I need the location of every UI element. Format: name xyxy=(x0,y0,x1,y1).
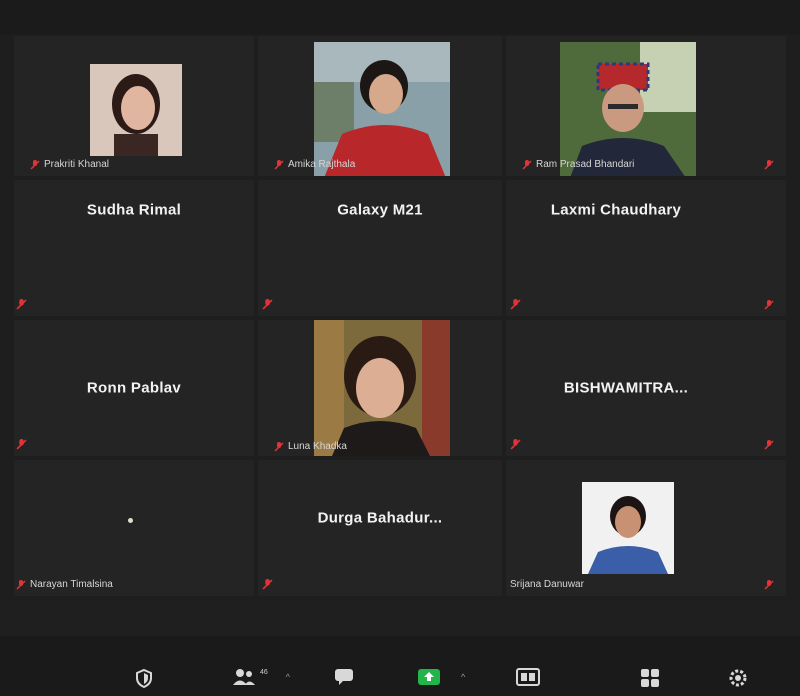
mic-muted-icon xyxy=(30,159,40,170)
participant-video xyxy=(582,482,674,574)
participant-label: Narayan Timalsina xyxy=(16,579,113,590)
mic-muted-icon xyxy=(510,439,521,450)
participant-tile[interactable]: Galaxy M21 xyxy=(258,180,502,316)
share-screen-icon xyxy=(418,669,440,685)
participant-name: Ram Prasad Bhandari xyxy=(536,159,635,170)
participant-tile[interactable]: Amika Rajthala xyxy=(258,36,502,176)
participant-name: Sudha Rimal xyxy=(86,201,182,219)
participant-video xyxy=(90,64,182,156)
record-icon xyxy=(516,668,540,686)
participant-video xyxy=(314,320,450,456)
mic-muted-icon xyxy=(522,159,532,170)
mic-muted-icon xyxy=(16,439,27,450)
participant-label: Amika Rajthala xyxy=(274,159,355,170)
participant-name: BISHWAMITRA... xyxy=(563,379,689,397)
mic-muted-icon xyxy=(274,441,284,452)
participant-tile[interactable]: Luna Khadka xyxy=(258,320,502,456)
participant-tile[interactable]: Sudha Rimal xyxy=(14,180,254,316)
participant-tile[interactable]: Narayan Timalsina xyxy=(14,460,254,596)
share-screen-button[interactable]: ^ xyxy=(417,668,465,686)
settings-button[interactable] xyxy=(728,668,748,688)
participant-label: Luna Khadka xyxy=(274,441,347,452)
settings-icon xyxy=(729,669,747,687)
participant-name: Laxmi Chaudhary xyxy=(550,201,682,219)
participant-name: Durga Bahadur... xyxy=(317,509,443,527)
record-button[interactable] xyxy=(516,668,540,686)
participant-tile[interactable]: Durga Bahadur... xyxy=(258,460,502,596)
participants-button[interactable]: 46 ^ xyxy=(232,668,290,686)
shield-icon xyxy=(136,668,152,688)
participant-tile[interactable]: Prakriti Khanal xyxy=(14,36,254,176)
chevron-up-icon[interactable]: ^ xyxy=(461,672,465,682)
gallery-view-icon xyxy=(641,669,659,687)
mic-muted-icon xyxy=(764,580,774,590)
chat-icon xyxy=(335,669,353,685)
participant-name: Galaxy M21 xyxy=(337,201,423,219)
mic-muted-icon xyxy=(764,160,774,170)
participant-tile[interactable]: Ram Prasad Bhandari xyxy=(506,36,786,176)
security-button[interactable] xyxy=(134,668,154,688)
participant-name: Luna Khadka xyxy=(288,441,347,452)
top-bar xyxy=(0,0,800,34)
participant-name: Ronn Pablav xyxy=(86,379,182,397)
mic-muted-icon xyxy=(16,299,27,310)
meeting-toolbar: 46 ^ ^ xyxy=(0,636,800,696)
mic-muted-icon xyxy=(764,300,774,310)
participant-label: Prakriti Khanal xyxy=(30,159,109,170)
gallery-view-button[interactable] xyxy=(640,668,660,688)
mic-muted-icon xyxy=(262,299,273,310)
mic-muted-icon xyxy=(274,159,284,170)
participant-video xyxy=(314,42,450,176)
participant-tile[interactable]: Srijana Danuwar xyxy=(506,460,786,596)
mic-muted-icon xyxy=(764,440,774,450)
participant-name: Amika Rajthala xyxy=(288,159,356,170)
participant-name: Prakriti Khanal xyxy=(44,159,110,170)
chevron-up-icon[interactable]: ^ xyxy=(286,672,290,682)
mic-muted-icon xyxy=(262,579,273,590)
participant-tile[interactable]: Laxmi Chaudhary xyxy=(506,180,786,316)
participant-tile[interactable]: BISHWAMITRA... xyxy=(506,320,786,456)
gallery-grid: Prakriti Khanal Amika Rajthala Ram Prasa… xyxy=(0,34,800,600)
avatar-dot xyxy=(128,518,133,523)
participant-label: Srijana Danuwar xyxy=(510,579,584,590)
participant-name: Narayan Timalsina xyxy=(30,579,113,590)
participant-label: Ram Prasad Bhandari xyxy=(522,159,634,170)
participant-name: Srijana Danuwar xyxy=(510,579,584,590)
participant-tile[interactable]: Ronn Pablav xyxy=(14,320,254,456)
chat-button[interactable] xyxy=(334,668,354,686)
participants-count: 46 xyxy=(260,668,268,676)
participant-video xyxy=(560,42,696,176)
participants-icon xyxy=(233,669,255,685)
mic-muted-icon xyxy=(16,579,26,590)
mic-muted-icon xyxy=(510,299,521,310)
